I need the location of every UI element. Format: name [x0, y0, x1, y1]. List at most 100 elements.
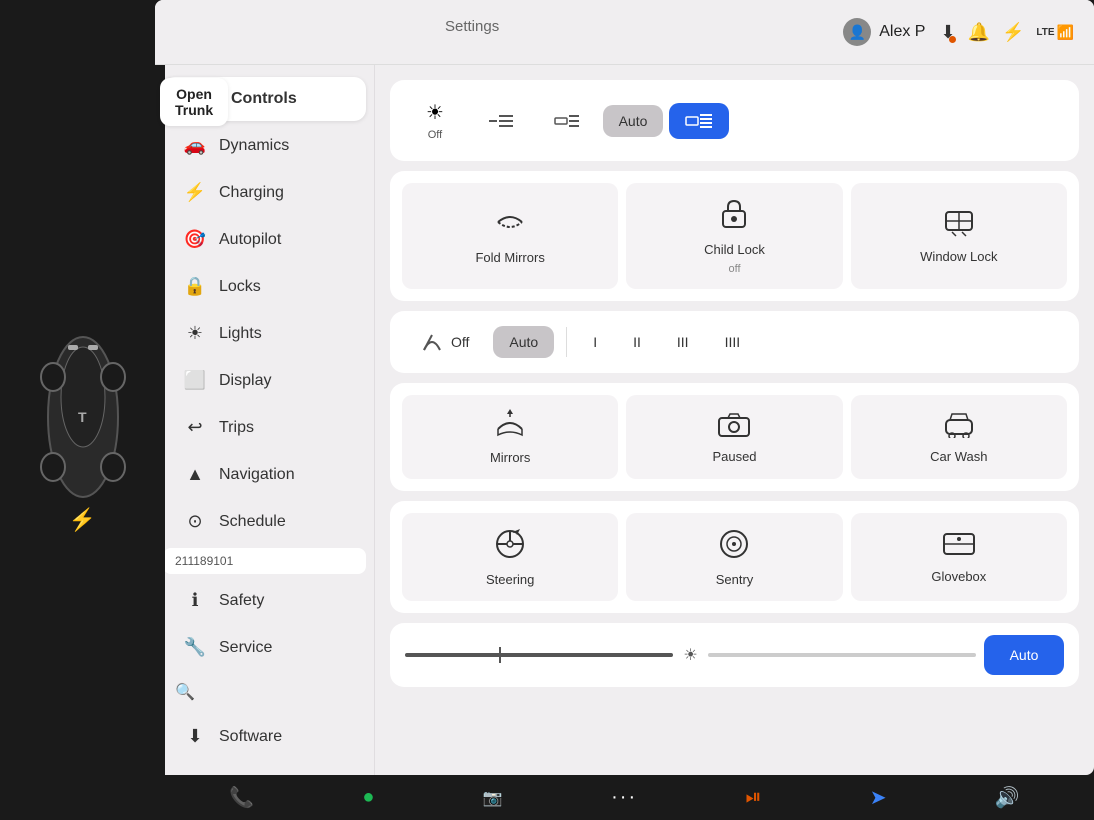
sidebar: Controls 🚗 Dynamics ⚡ Charging 🎯 Autopil…	[155, 65, 375, 775]
sidebar-item-safety[interactable]: ℹ Safety	[163, 578, 366, 623]
user-info: 👤 Alex P	[843, 18, 925, 46]
sentry-icon	[717, 527, 751, 566]
fold-mirrors-btn[interactable]: Fold Mirrors	[402, 183, 618, 289]
car-wash-icon	[942, 410, 976, 443]
window-lock-btn[interactable]: Window Lock	[851, 183, 1067, 289]
drl-icon	[487, 111, 515, 131]
sidebar-label-locks: Locks	[219, 278, 261, 296]
sidebar-search[interactable]: 🔍	[155, 672, 374, 712]
mirror-fold-icon	[492, 207, 528, 244]
open-trunk-line2: Trunk	[175, 102, 213, 118]
lights-off-btn[interactable]: ☀ Off	[405, 92, 465, 149]
sidebar-item-autopilot[interactable]: 🎯 Autopilot	[163, 217, 366, 262]
child-lock-icon	[717, 197, 751, 236]
download-icon-container[interactable]: ⬇	[940, 22, 955, 43]
sidebar-label-controls: Controls	[231, 90, 297, 108]
sun-icon: ☀	[426, 100, 444, 125]
header-icons: ⬇ 🔔 ⚡ LTE 📶	[940, 22, 1074, 43]
signal-bars-icon: 📶	[1057, 24, 1074, 41]
mirrors-btn[interactable]: Mirrors	[402, 395, 618, 479]
volume-icon[interactable]: 🔊	[995, 785, 1020, 810]
sidebar-item-service[interactable]: 🔧 Service	[163, 625, 366, 670]
sidebar-item-trips[interactable]: ↩ Trips	[163, 405, 366, 450]
phone-icon[interactable]: 📞	[229, 785, 254, 810]
car-graphic: T	[23, 307, 143, 527]
wiper-off-btn[interactable]: Off	[405, 323, 485, 361]
sidebar-label-dynamics: Dynamics	[219, 137, 289, 155]
brightness-icon: ☀	[683, 645, 697, 665]
wiper-speed-4-btn[interactable]: IIII	[711, 324, 755, 360]
open-trunk-line1: Open	[176, 86, 212, 102]
open-trunk-btn[interactable]: Open Trunk	[160, 78, 228, 126]
mirrors-adjust-icon	[492, 409, 528, 444]
user-avatar-icon: 👤	[843, 18, 871, 46]
sidebar-label-safety: Safety	[219, 592, 264, 610]
sidebar-item-software[interactable]: ⬇ Software	[163, 714, 366, 759]
software-icon: ⬇	[183, 726, 207, 747]
brightness-slider-area: ☀	[405, 645, 976, 665]
paused-btn[interactable]: Paused	[626, 395, 842, 479]
camera-taskbar-icon[interactable]: 📷	[483, 788, 503, 808]
light-controls: ☀ Off	[405, 92, 1064, 149]
sidebar-item-dynamics[interactable]: 🚗 Dynamics	[163, 123, 366, 168]
joystick-icon[interactable]: ⏯	[745, 786, 761, 809]
light-control-row: ☀ Off	[390, 80, 1079, 161]
sidebar-label-charging: Charging	[219, 184, 284, 202]
wiper-speed-2-btn[interactable]: II	[619, 324, 655, 360]
charging-icon: ⚡	[183, 182, 207, 203]
sidebar-item-display[interactable]: ⬜ Display	[163, 358, 366, 403]
paused-label: Paused	[712, 449, 756, 464]
side-lights-icon	[553, 111, 581, 131]
brightness-slider[interactable]	[405, 653, 673, 657]
child-lock-status: off	[728, 263, 740, 275]
steering-icon: 🎯	[183, 229, 207, 250]
lights-auto-btn[interactable]: Auto	[603, 105, 663, 137]
glovebox-icon	[942, 530, 976, 563]
sidebar-item-charging[interactable]: ⚡ Charging	[163, 170, 366, 215]
sentry-label: Sentry	[716, 572, 754, 587]
sidebar-item-schedule[interactable]: ⊙ Schedule	[163, 499, 366, 544]
steering-adjust-icon	[493, 527, 527, 566]
glovebox-label: Glovebox	[931, 569, 986, 584]
sidebar-label-service: Service	[219, 639, 272, 657]
nav-icon[interactable]: ➤	[870, 785, 887, 810]
safety-icon: ℹ	[183, 590, 207, 611]
bell-icon[interactable]: 🔔	[968, 22, 990, 43]
trips-icon: ↩	[183, 417, 207, 438]
navigation-icon: ▲	[183, 464, 207, 485]
main-layout: Controls 🚗 Dynamics ⚡ Charging 🎯 Autopil…	[155, 65, 1094, 775]
service-icon: 🔧	[183, 637, 207, 658]
sidebar-item-navigation[interactable]: ▲ Navigation	[163, 452, 366, 497]
steering-btn[interactable]: Steering	[402, 513, 618, 601]
spotify-icon[interactable]: ●	[362, 786, 374, 809]
phone-id: 211189101	[163, 548, 366, 574]
sidebar-label-navigation: Navigation	[219, 466, 295, 484]
wipers-row: Off Auto I II III	[390, 311, 1079, 373]
sidebar-item-lights[interactable]: ☀ Lights	[163, 311, 366, 356]
action-row-2: Steering Sentry	[390, 501, 1079, 613]
wiper-speed-1-btn[interactable]: I	[579, 324, 611, 360]
slider-thumb	[499, 647, 501, 663]
lock-icon: 🔒	[183, 276, 207, 297]
wiper-speed-3-icon: III	[677, 334, 689, 350]
sidebar-label-lights: Lights	[219, 325, 262, 343]
action-row-1: Mirrors Paused	[390, 383, 1079, 491]
sentry-btn[interactable]: Sentry	[626, 513, 842, 601]
car-wash-btn[interactable]: Car Wash	[851, 395, 1067, 479]
brightness-auto-btn[interactable]: Auto	[984, 635, 1064, 675]
taskbar: 📞 ● 📷 ··· ⏯ ➤ 🔊	[155, 775, 1094, 820]
wiper-auto-btn[interactable]: Auto	[493, 326, 554, 358]
header: Settings 👤 Alex P ⬇ 🔔 ⚡ LTE 📶	[155, 0, 1094, 65]
side-lights-btn[interactable]	[537, 103, 597, 139]
car-icon: 🚗	[183, 135, 207, 156]
bluetooth-icon[interactable]: ⚡	[1002, 22, 1024, 43]
wiper-speed-1-icon: I	[593, 334, 597, 350]
child-lock-btn[interactable]: Child Lock off	[626, 183, 842, 289]
sidebar-item-locks[interactable]: 🔒 Locks	[163, 264, 366, 309]
more-icon[interactable]: ···	[611, 786, 637, 809]
glovebox-btn[interactable]: Glovebox	[851, 513, 1067, 601]
drl-btn[interactable]	[471, 103, 531, 139]
car-wash-label: Car Wash	[930, 449, 987, 464]
wiper-speed-3-btn[interactable]: III	[663, 324, 703, 360]
full-beam-btn[interactable]	[669, 103, 729, 139]
